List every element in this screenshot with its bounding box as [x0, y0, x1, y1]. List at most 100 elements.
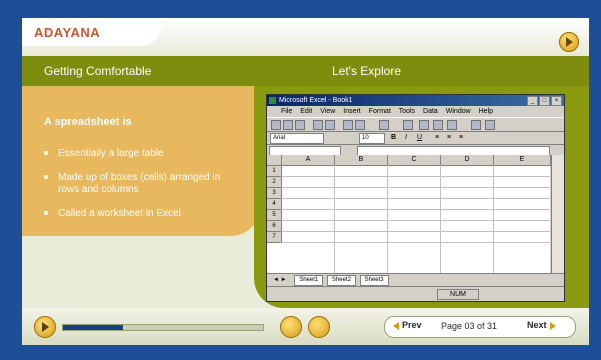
column-header[interactable]: A	[282, 155, 335, 166]
lesson-bullet: Made up of boxes (cells) arranged in row…	[44, 172, 228, 196]
audio-button[interactable]	[308, 316, 330, 338]
play-button[interactable]	[34, 316, 56, 338]
row-header[interactable]: 6	[267, 221, 282, 232]
menu-help[interactable]: Help	[479, 108, 493, 115]
num-indicator: NUM	[437, 289, 479, 300]
save-icon[interactable]	[295, 120, 305, 130]
help-icon[interactable]	[485, 120, 495, 130]
grid-line	[281, 209, 550, 210]
autosum-icon[interactable]	[419, 120, 429, 130]
font-select[interactable]: Arial	[270, 133, 324, 144]
italic-icon[interactable]: I	[405, 134, 407, 141]
navigation-bar: Prev Page 03 of 31 Next	[22, 308, 589, 345]
excel-icon	[269, 97, 276, 104]
chart-icon[interactable]	[471, 120, 481, 130]
formatting-toolbar: Arial 10 B I U ≡ ≡ ≡	[267, 132, 564, 145]
next-arrow-icon	[549, 321, 556, 330]
grid-line	[440, 165, 441, 273]
print-icon[interactable]	[313, 120, 323, 130]
grid-line	[334, 165, 335, 273]
align-right-icon[interactable]: ≡	[459, 134, 463, 141]
bullet-icon	[44, 151, 48, 156]
window-controls: _ □ ×	[527, 96, 562, 106]
menu-tools[interactable]: Tools	[399, 108, 415, 115]
function-icon[interactable]	[433, 120, 443, 130]
grid-line	[281, 176, 550, 177]
left-section-title: Getting Comfortable	[44, 64, 152, 78]
menu-insert[interactable]: Insert	[343, 108, 361, 115]
page-navigation: Prev Page 03 of 31 Next	[384, 316, 576, 338]
lesson-bullet: Essentially a large table	[44, 148, 228, 160]
column-header[interactable]: D	[441, 155, 494, 166]
next-button[interactable]: Next	[527, 320, 556, 330]
excel-menubar: File Edit View Insert Format Tools Data …	[267, 106, 564, 117]
cut-icon[interactable]	[343, 120, 353, 130]
course-window: ADAYANA Getting Comfortable Let's Explor…	[22, 18, 589, 345]
close-icon[interactable]: ×	[551, 96, 562, 106]
vertical-scrollbar[interactable]	[551, 155, 564, 273]
excel-window[interactable]: Microsoft Excel - Book1 _ □ × File Edit …	[266, 94, 565, 302]
header: ADAYANA	[22, 18, 589, 56]
pause-button[interactable]	[280, 316, 302, 338]
bold-icon[interactable]: B	[391, 134, 396, 141]
underline-icon[interactable]: U	[417, 134, 422, 141]
column-header[interactable]: C	[388, 155, 441, 166]
grid-line	[281, 187, 550, 188]
menu-edit[interactable]: Edit	[300, 108, 312, 115]
new-icon[interactable]	[271, 120, 281, 130]
sheet-tabs: ◄ ► Sheet1 Sheet2 Sheet3	[267, 273, 564, 286]
standard-toolbar	[267, 117, 564, 132]
size-select[interactable]: 10	[359, 133, 385, 144]
select-all[interactable]	[267, 155, 282, 166]
menu-window[interactable]: Window	[446, 108, 471, 115]
tab-sheet1[interactable]: Sheet1	[294, 275, 324, 286]
lesson-heading: A spreadsheet is	[44, 116, 132, 128]
prev-button[interactable]: Prev	[393, 320, 422, 330]
worksheet-grid[interactable]: A B C D E 1 2 3 4 5 6 7	[267, 155, 551, 273]
excel-title: Microsoft Excel - Book1	[279, 97, 353, 104]
column-header[interactable]: E	[494, 155, 551, 166]
column-header[interactable]: B	[335, 155, 388, 166]
page-indicator: Page 03 of 31	[441, 321, 498, 331]
bullet-icon	[44, 211, 48, 216]
outer-frame: ADAYANA Getting Comfortable Let's Explor…	[0, 0, 601, 360]
row-header[interactable]: 3	[267, 188, 282, 199]
align-left-icon[interactable]: ≡	[435, 134, 439, 141]
tab-sheet3[interactable]: Sheet3	[359, 275, 389, 286]
maximize-icon[interactable]: □	[539, 96, 550, 106]
grid-line	[281, 231, 550, 232]
brand-logo: ADAYANA	[34, 25, 101, 40]
tab-scroll-icon[interactable]: ◄ ►	[269, 276, 291, 285]
progress-track[interactable]	[62, 324, 264, 331]
prev-arrow-icon	[393, 321, 399, 330]
menu-data[interactable]: Data	[423, 108, 438, 115]
undo-icon[interactable]	[379, 120, 389, 130]
right-section-title: Let's Explore	[332, 64, 401, 78]
tab-sheet2[interactable]: Sheet2	[326, 275, 356, 286]
row-header[interactable]: 2	[267, 177, 282, 188]
grid-line	[387, 165, 388, 273]
lesson-bullet: Called a worksheet in Excel	[44, 208, 228, 220]
minimize-icon[interactable]: _	[527, 96, 538, 106]
menu-format[interactable]: Format	[369, 108, 391, 115]
grid-line	[281, 242, 550, 243]
grid-line	[493, 165, 494, 273]
row-header[interactable]: 1	[267, 166, 282, 177]
grid-line	[281, 220, 550, 221]
row-header[interactable]: 5	[267, 210, 282, 221]
menu-view[interactable]: View	[320, 108, 335, 115]
align-center-icon[interactable]: ≡	[447, 134, 451, 141]
play-top-button[interactable]	[559, 32, 579, 52]
menu-file[interactable]: File	[281, 108, 292, 115]
row-header[interactable]: 4	[267, 199, 282, 210]
section-titlebar: Getting Comfortable Let's Explore	[22, 56, 589, 86]
copy-icon[interactable]	[355, 120, 365, 130]
status-bar: NUM	[267, 286, 564, 301]
sort-icon[interactable]	[447, 120, 457, 130]
hyperlink-icon[interactable]	[403, 120, 413, 130]
row-header[interactable]: 7	[267, 232, 282, 243]
excel-titlebar: Microsoft Excel - Book1 _ □ ×	[267, 95, 564, 106]
bullet-icon	[44, 175, 48, 180]
preview-icon[interactable]	[325, 120, 335, 130]
open-icon[interactable]	[283, 120, 293, 130]
